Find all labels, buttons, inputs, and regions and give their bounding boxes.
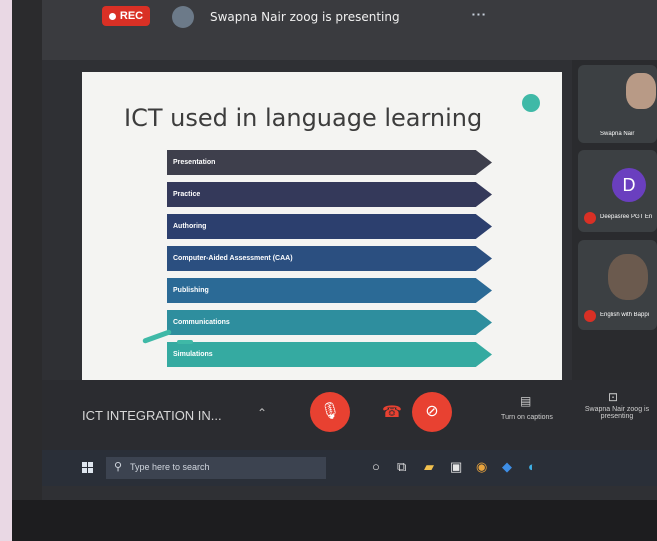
participant-tile[interactable]: D Deepasree PGT En (578, 150, 657, 232)
camera-off-icon: ⊘ (425, 403, 439, 420)
slide-item-communications: Communications (167, 310, 492, 335)
chrome-icon[interactable]: ◉ (476, 459, 487, 475)
meeting-name: ICT INTEGRATION IN... (82, 408, 222, 423)
phone-hangup-icon: ☎ (382, 404, 402, 421)
recording-badge: REC (102, 6, 150, 26)
screen: REC Swapna Nair zoog is presenting ▪ ▪ ▪… (42, 0, 657, 500)
mail-icon[interactable]: ◆ (502, 459, 512, 475)
slide-title: ICT used in language learning (124, 104, 483, 132)
slide-accent-dot (522, 94, 540, 112)
presenter-avatar (172, 6, 194, 28)
mic-off-button[interactable]: 🎙 (310, 392, 350, 432)
mic-off-icon: 🎙 (319, 403, 341, 420)
file-explorer-icon[interactable]: ▰ (424, 459, 434, 475)
muted-mic-icon (584, 310, 596, 322)
participant-name: Deepasree PGT En (600, 214, 653, 220)
edge-icon[interactable]: ◐ (528, 459, 536, 474)
monitor-frame: REC Swapna Nair zoog is presenting ▪ ▪ ▪… (12, 0, 657, 541)
meeting-controls-bar: ICT INTEGRATION IN... ⌃ 🎙 ☎ ⊘ ▤ Turn on … (42, 380, 657, 450)
participant-photo (608, 254, 648, 300)
store-icon[interactable]: ▣ (450, 459, 462, 475)
rec-label: REC (119, 10, 144, 22)
captions-button-label[interactable]: Turn on captions (492, 414, 562, 421)
slide-item-presentation: Presentation (167, 150, 492, 175)
participant-tile[interactable]: English with Bappi (578, 240, 657, 330)
camera-off-button[interactable]: ⊘ (412, 392, 452, 432)
taskbar-search-box[interactable]: ⚲ Type here to search (106, 457, 326, 479)
windows-taskbar: ⚲ Type here to search ○ ⧉ ▰ ▣ ◉ ◆ ◐ (42, 450, 657, 486)
slide-item-authoring: Authoring (167, 214, 492, 239)
captions-icon[interactable]: ▤ (520, 394, 531, 408)
windows-start-icon[interactable] (82, 462, 93, 473)
search-icon: ⚲ (114, 461, 123, 473)
participant-avatar: D (612, 168, 646, 202)
browser-tabs-icon[interactable]: ▪ ▪ ▪ (472, 10, 485, 19)
monitor-bezel (12, 500, 657, 541)
shared-slide: ICT used in language learning Presentati… (82, 72, 562, 382)
participant-name: Swapna Nair (600, 131, 635, 137)
presenting-text: Swapna Nair zoog is presenting (210, 10, 400, 24)
chevron-up-icon[interactable]: ⌃ (257, 406, 267, 420)
search-placeholder: Type here to search (130, 462, 210, 472)
slide-item-practice: Practice (167, 182, 492, 207)
slide-item-publishing: Publishing (167, 278, 492, 303)
meet-top-bar: REC Swapna Nair zoog is presenting ▪ ▪ ▪ (42, 0, 657, 60)
slide-item-caa: Computer-Aided Assessment (CAA) (167, 246, 492, 271)
task-view-icon[interactable]: ⧉ (397, 459, 406, 475)
participant-photo (626, 73, 656, 109)
participants-panel: Swapna Nair D Deepasree PGT En English w… (572, 60, 657, 380)
record-dot-icon (108, 12, 116, 20)
muted-mic-icon (584, 212, 596, 224)
slide-item-simulations: Simulations (167, 342, 492, 367)
slide-decoration (177, 340, 193, 344)
cortana-icon[interactable]: ○ (372, 459, 380, 474)
hang-up-button[interactable]: ☎ (382, 402, 402, 422)
slide-decoration (142, 329, 172, 344)
participant-tile[interactable]: Swapna Nair (578, 65, 657, 143)
participant-name: English with Bappi (600, 312, 650, 318)
present-icon[interactable]: ⊡ (608, 390, 618, 404)
presentation-label[interactable]: Swapna Nair zoog is presenting (582, 406, 652, 420)
